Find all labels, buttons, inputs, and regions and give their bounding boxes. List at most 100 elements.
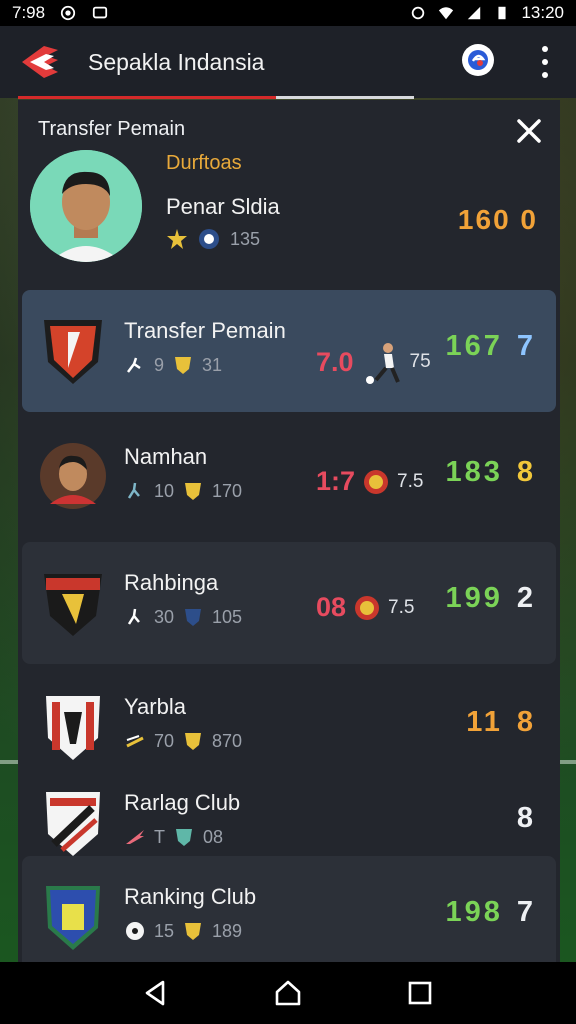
score-tail: 8	[516, 802, 536, 834]
club-name: Rahbinga	[124, 570, 219, 595]
meta-b: 31	[202, 354, 223, 375]
list-item[interactable]: Ranking Club 15 189 198 7	[22, 856, 556, 962]
coin-badge-icon	[355, 595, 380, 620]
player-avatar	[40, 443, 106, 509]
club-name: Namhan	[124, 444, 208, 469]
meta-a: T	[154, 826, 165, 847]
stat-group: 08 7.5	[316, 592, 414, 623]
battery-icon	[498, 6, 507, 20]
wifi-icon	[439, 7, 454, 20]
meta-b: 08	[203, 826, 224, 847]
status-time-left: 7:98	[12, 3, 46, 22]
list-item[interactable]: Namhan 10 170 1:7 7.5 183 8	[22, 416, 556, 538]
player-score: 160 0	[457, 204, 538, 235]
score-tail: 8	[516, 456, 536, 488]
stat-secondary: 7.5	[397, 470, 424, 492]
stat-group: 7.0 75	[316, 340, 431, 384]
player-avatar[interactable]	[30, 150, 142, 262]
stat-group: 1:7 7.5	[316, 466, 423, 497]
stat-value: 7.0	[316, 346, 354, 377]
stat-value: 1:7	[316, 466, 356, 496]
shield-icon	[185, 733, 202, 750]
score-value: 199	[445, 582, 503, 614]
club-name: Transfer Pemain	[124, 318, 286, 343]
meta-b: 870	[212, 730, 243, 751]
kicker-icon	[365, 343, 400, 384]
club-meta: 30 105	[124, 606, 242, 628]
shield-icon	[185, 609, 202, 626]
browser-icon[interactable]	[462, 44, 494, 76]
club-badge-icon	[199, 229, 219, 249]
club-score: 198 7	[445, 896, 536, 929]
recents-icon[interactable]	[405, 978, 435, 1008]
score-value: 183	[445, 456, 503, 488]
ball-icon	[126, 922, 144, 940]
meta-b: 189	[212, 920, 243, 941]
camera-icon	[60, 5, 76, 21]
meta-a: 10	[154, 480, 175, 501]
app-logo-icon[interactable]	[18, 42, 62, 82]
app-bar: Sepakla Indansia	[0, 26, 576, 98]
club-score: 167 7	[445, 330, 536, 363]
club-score: 199 2	[445, 582, 536, 615]
list-item[interactable]: Transfer Pemain 9 31 7.0 75 167 7	[22, 290, 556, 412]
club-crest-icon	[44, 574, 102, 636]
transfer-panel: Transfer Pemain Durftoas Penar Sldia 135…	[18, 100, 560, 962]
player-meta-value: 135	[230, 228, 261, 249]
star-burst-icon	[167, 229, 187, 249]
score-tail: 2	[516, 582, 536, 614]
club-crest-icon	[44, 320, 102, 384]
score-tail: 8	[516, 706, 536, 738]
more-vert-icon[interactable]	[540, 46, 550, 78]
score-value: 11	[466, 706, 503, 738]
score-value: 167	[445, 330, 503, 362]
meta-a: 70	[154, 730, 175, 751]
meta-a: 15	[154, 920, 175, 941]
meta-b: 105	[212, 606, 243, 627]
player-subtitle: Durftoas	[166, 152, 242, 174]
shield-icon	[176, 829, 192, 846]
signal-icon	[468, 6, 481, 20]
player-run-icon	[127, 608, 140, 625]
club-meta: 15 189	[124, 920, 242, 942]
meta-b: 170	[212, 480, 243, 501]
score-value: 198	[445, 896, 503, 928]
player-name: Penar Sldia	[166, 194, 280, 219]
status-time-right: 13:20	[521, 3, 564, 22]
club-name: Ranking Club	[124, 884, 257, 909]
app-title: Sepakla Indansia	[88, 48, 265, 75]
score-tail: 7	[516, 330, 536, 362]
club-meta: T 08	[124, 826, 223, 848]
player-run-icon	[127, 357, 141, 373]
home-icon[interactable]	[273, 978, 303, 1008]
club-meta: 9 31	[124, 354, 222, 376]
meta-a: 30	[154, 606, 175, 627]
club-name: Yarbla	[124, 694, 186, 719]
club-crest-icon	[46, 696, 100, 760]
wing-icon	[126, 830, 144, 844]
shield-icon	[175, 357, 192, 374]
notification-icon	[92, 6, 108, 19]
stat-secondary: 7.5	[388, 596, 415, 618]
club-score: 183 8	[445, 456, 536, 489]
shield-icon	[185, 923, 202, 940]
tab-active-indicator	[18, 96, 276, 99]
stat-value: 08	[316, 592, 347, 622]
coin-badge-icon	[364, 469, 389, 494]
stat-secondary: 75	[409, 351, 431, 372]
player-run-icon	[127, 482, 140, 499]
club-meta: 70 870	[124, 730, 242, 752]
player-run-icon	[126, 735, 144, 748]
close-icon[interactable]	[514, 116, 544, 146]
meta-a: 9	[154, 354, 165, 375]
list-item[interactable]: Rahbinga 30 105 08 7.5 199 2	[22, 542, 556, 664]
club-score: 8	[503, 802, 536, 835]
player-meta: 135	[166, 228, 260, 250]
club-name: Rarlag Club	[124, 790, 241, 815]
shield-icon	[185, 483, 202, 500]
back-icon[interactable]	[141, 978, 171, 1008]
vibrate-icon	[412, 6, 425, 20]
panel-title: Transfer Pemain	[38, 118, 186, 140]
navigation-bar	[0, 962, 576, 1024]
club-score: 11 8	[466, 706, 536, 739]
